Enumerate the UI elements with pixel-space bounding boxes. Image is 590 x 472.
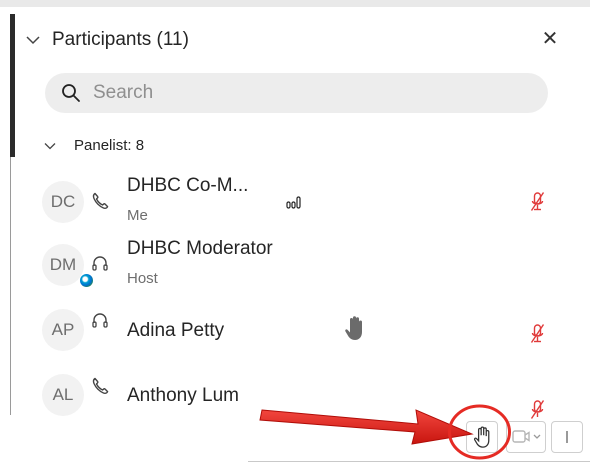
participant-role: Host (127, 270, 158, 287)
muted-microphone-icon[interactable] (529, 191, 547, 213)
raised-hand-icon[interactable] (344, 315, 364, 341)
panel-header: Participants (11) ✕ (16, 7, 574, 71)
section-label: Panelist: 8 (74, 137, 145, 154)
participant-row[interactable]: DM DHBC Moderator Host (16, 232, 574, 294)
phone-icon (92, 192, 109, 210)
participant-name: Anthony Lum (127, 385, 239, 406)
phone-icon (92, 377, 109, 395)
headset-icon (92, 313, 108, 328)
avatar: DM (42, 244, 84, 286)
avatar: DC (42, 181, 84, 223)
participant-name: DHBC Co-M... (127, 175, 249, 196)
search-icon (62, 84, 80, 102)
muted-microphone-icon[interactable] (529, 399, 547, 421)
participant-role: Me (127, 207, 148, 224)
search-box[interactable] (45, 73, 548, 113)
chevron-down-icon[interactable] (26, 33, 40, 47)
window-top-strip (0, 0, 590, 7)
avatar: AP (42, 309, 84, 351)
search-input[interactable] (93, 73, 493, 113)
participant-row[interactable]: AP Adina Petty (16, 297, 574, 359)
participant-name: DHBC Moderator (127, 238, 273, 259)
divider-glyph (566, 431, 568, 443)
participant-row[interactable]: DC DHBC Co-M... Me (16, 169, 574, 231)
more-options-button[interactable] (551, 421, 583, 453)
section-panelists[interactable]: Panelist: 8 (16, 131, 316, 159)
toolbar-divider (248, 461, 590, 462)
audio-signal-icon (286, 196, 301, 209)
status-indicator (80, 274, 93, 287)
muted-microphone-icon[interactable] (529, 323, 547, 345)
participant-name: Adina Petty (127, 320, 225, 341)
headset-icon (92, 256, 108, 271)
panel-left-edge (10, 14, 15, 157)
participants-panel: Participants (11) ✕ Panelist: 8 DC DHBC … (16, 7, 574, 419)
panel-title: Participants (11) (52, 29, 189, 50)
chevron-down-icon[interactable] (44, 140, 56, 152)
annotation-circle (448, 404, 511, 460)
avatar: AL (42, 374, 84, 416)
close-icon[interactable]: ✕ (538, 27, 562, 51)
panel-left-border (10, 157, 11, 415)
